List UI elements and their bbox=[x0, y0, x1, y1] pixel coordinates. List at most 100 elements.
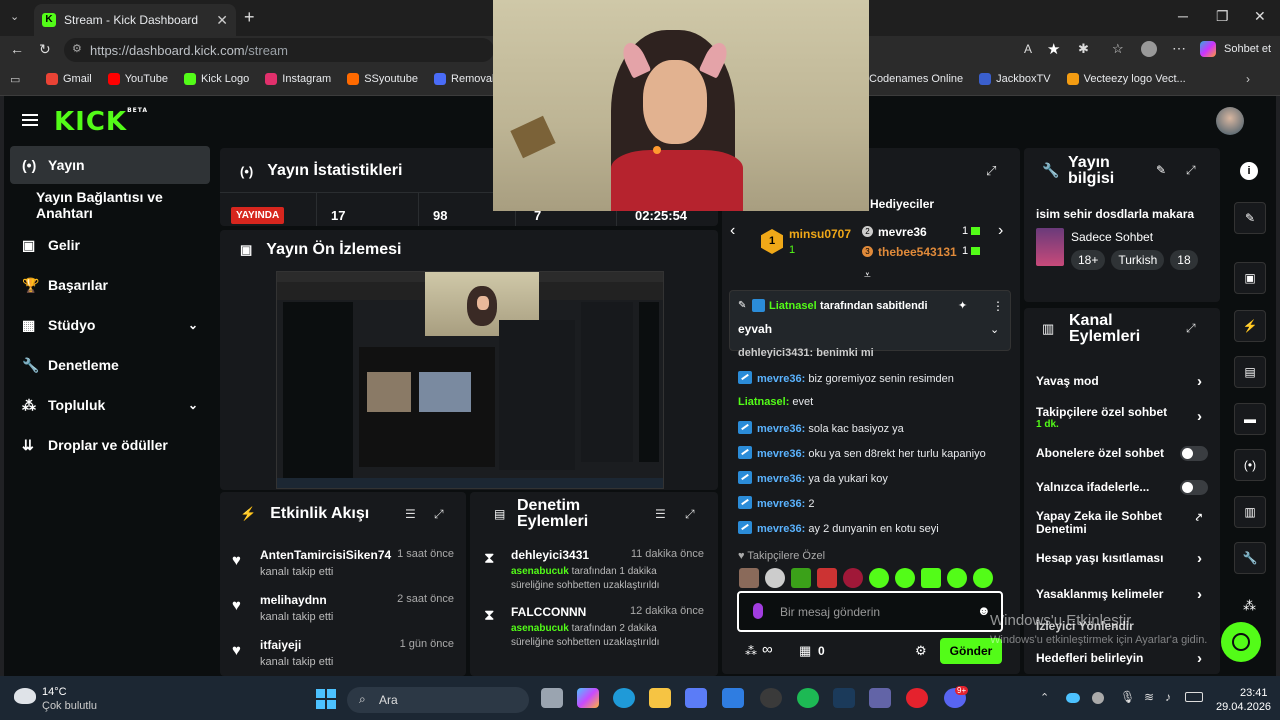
emote[interactable] bbox=[739, 568, 759, 588]
chat-username[interactable]: mevre36 bbox=[757, 473, 802, 485]
battery-icon[interactable] bbox=[1185, 692, 1203, 702]
emote[interactable] bbox=[817, 568, 837, 588]
activity-user[interactable]: itfaiyeji bbox=[260, 638, 301, 652]
pinned-message[interactable]: ✎ Liatnasel tarafından sabitlendi ✦ ⋮ ey… bbox=[729, 290, 1011, 351]
profile-icon[interactable] bbox=[1141, 41, 1157, 57]
chevron-right-icon[interactable]: › bbox=[1197, 373, 1202, 390]
tag-pill[interactable]: 18+ bbox=[1071, 250, 1106, 270]
copilot-taskbar-icon[interactable] bbox=[577, 688, 599, 708]
chat-settings-gear-icon[interactable]: ⚙ bbox=[915, 643, 927, 659]
kick-logo[interactable]: KICKBETA bbox=[54, 107, 148, 137]
store-icon[interactable]: ▦ bbox=[799, 643, 811, 659]
site-info-icon[interactable]: ⚙ bbox=[72, 42, 82, 55]
sidebar-item-yay-n[interactable]: (•) Yayın bbox=[10, 146, 210, 184]
bookmark-gmail[interactable]: Gmail bbox=[46, 73, 92, 85]
unpin-icon[interactable]: ✦ bbox=[958, 299, 967, 312]
rail-wrench-button[interactable]: 🔧 bbox=[1234, 542, 1266, 574]
popout-icon[interactable]: ⤢ bbox=[986, 163, 996, 179]
bookmark-ssyoutube[interactable]: SSyoutube bbox=[347, 73, 418, 85]
modlog-user[interactable]: FALCCONNN bbox=[511, 605, 586, 619]
start-windows-icon[interactable] bbox=[316, 689, 336, 709]
favorite-star-icon[interactable]: ★ bbox=[1047, 40, 1060, 58]
bookmark-kick-logo[interactable]: Kick Logo bbox=[183, 73, 249, 85]
clock-time[interactable]: 23:41 bbox=[1240, 687, 1268, 699]
modlog-moderator[interactable]: asenabucuk bbox=[511, 566, 569, 577]
chat-username[interactable]: Liatnasel bbox=[738, 396, 786, 408]
category-thumbnail[interactable] bbox=[1036, 228, 1064, 266]
maximize-icon[interactable]: ❐ bbox=[1216, 8, 1229, 25]
next-arrow-icon[interactable]: › bbox=[998, 222, 1003, 240]
channel-action-yapay-zeka-ile-sohbet-denetimi[interactable]: Yapay Zeka ile Sohbet Denetimi ⤤ bbox=[1036, 510, 1212, 536]
channel-action-yava-mod[interactable]: Yavaş mod › bbox=[1036, 373, 1212, 396]
tag-pill[interactable]: Turkish bbox=[1111, 250, 1165, 270]
bookmarks-overflow-icon[interactable]: › bbox=[1246, 72, 1250, 86]
rail-broadcast-button[interactable]: (•) bbox=[1234, 449, 1266, 481]
reload-icon[interactable]: ↻ bbox=[39, 41, 51, 58]
task-view-icon[interactable] bbox=[541, 688, 563, 708]
tab-list-chevron-icon[interactable]: ⌄ bbox=[10, 10, 19, 23]
channel-action-takip-ilere-zel-sohbet[interactable]: Takipçilere özel sohbet 1 dk. › bbox=[1036, 405, 1212, 430]
filter-icon[interactable]: ☰ bbox=[655, 507, 666, 521]
tray-app-icon[interactable] bbox=[1092, 692, 1104, 704]
activity-user[interactable]: melihaydnn bbox=[260, 593, 327, 607]
emoji-icon[interactable]: ☻ bbox=[977, 603, 991, 618]
filter-icon[interactable]: ☰ bbox=[405, 507, 416, 521]
rail-chat-button[interactable]: ▬ bbox=[1234, 403, 1266, 435]
sidebar-item-st-dyo[interactable]: ▦ Stüdyo ⌄ bbox=[10, 306, 210, 344]
emote[interactable] bbox=[947, 568, 967, 588]
bookmark-youtube[interactable]: YouTube bbox=[107, 73, 168, 85]
copilot-icon[interactable] bbox=[1200, 41, 1216, 57]
mail-icon[interactable] bbox=[722, 688, 744, 708]
rail-edit-button[interactable]: ✎ bbox=[1234, 202, 1266, 234]
hamburger-menu-icon[interactable] bbox=[22, 114, 38, 126]
steam-icon[interactable] bbox=[833, 688, 855, 708]
sidebar-item-gelir[interactable]: ▣ Gelir bbox=[10, 226, 210, 264]
read-aloud-icon[interactable]: A bbox=[1024, 42, 1032, 56]
emote[interactable] bbox=[973, 568, 993, 588]
clock-date[interactable]: 29.04.2026 bbox=[1216, 701, 1271, 713]
gifter-3-name[interactable]: thebee543131 bbox=[878, 245, 957, 259]
chevron-right-icon[interactable]: › bbox=[1197, 650, 1202, 667]
bookmark-jackboxtv[interactable]: JackboxTV bbox=[979, 73, 1051, 85]
extensions-icon[interactable]: ✱ bbox=[1078, 41, 1089, 57]
collapse-gifters-icon[interactable]: ⩡ bbox=[864, 268, 871, 283]
microphone-icon[interactable] bbox=[753, 603, 763, 619]
chat-username[interactable]: mevre36 bbox=[757, 523, 802, 535]
channel-action-yasaklanm-kelimeler[interactable]: Yasaklanmış kelimeler › bbox=[1036, 586, 1212, 609]
channel-action-abonelere-zel-sohbet[interactable]: Abonelere özel sohbet bbox=[1036, 446, 1212, 468]
store-taskbar-icon[interactable] bbox=[685, 688, 707, 708]
wifi-icon[interactable]: ≋ bbox=[1144, 690, 1154, 704]
browser-tab[interactable]: K Stream - Kick Dashboard ✕ bbox=[34, 4, 236, 36]
weather-temp[interactable]: 14°C bbox=[42, 686, 67, 698]
toggle-switch[interactable] bbox=[1180, 480, 1208, 495]
file-explorer-icon[interactable] bbox=[649, 688, 671, 708]
popout-icon[interactable]: ⤢ bbox=[685, 507, 695, 522]
gifter-2-name[interactable]: mevre36 bbox=[878, 225, 927, 239]
toggle-switch[interactable] bbox=[1180, 446, 1208, 461]
external-link-icon[interactable]: ⤤ bbox=[1196, 512, 1202, 525]
sidebar-item-ba-ar-lar[interactable]: 🏆 Başarılar bbox=[10, 266, 210, 304]
rail-document-button[interactable]: ▤ bbox=[1234, 356, 1266, 388]
emote[interactable] bbox=[869, 568, 889, 588]
microphone-tray-icon[interactable]: 🎙 bbox=[1120, 690, 1135, 704]
weather-desc[interactable]: Çok bulutlu bbox=[42, 700, 97, 712]
rail-lightning-button[interactable]: ⚡ bbox=[1234, 310, 1266, 342]
chevron-down-icon[interactable]: ⌄ bbox=[188, 318, 198, 332]
favorites-icon[interactable]: ☆ bbox=[1112, 41, 1124, 57]
emote[interactable] bbox=[765, 568, 785, 588]
bookmark-instagram[interactable]: Instagram bbox=[265, 73, 331, 85]
emote[interactable] bbox=[791, 568, 811, 588]
bookmark-vecteezy-logo-vect-[interactable]: Vecteezy logo Vect... bbox=[1066, 73, 1186, 85]
chevron-right-icon[interactable]: › bbox=[1197, 586, 1202, 603]
sidebar-item-droplar-ve-d-ller[interactable]: ⇊ Droplar ve ödüller bbox=[10, 426, 210, 464]
category-name[interactable]: Sadece Sohbet bbox=[1071, 230, 1153, 244]
modlog-user[interactable]: dehleyici3431 bbox=[511, 548, 589, 562]
chat-username[interactable]: mevre36 bbox=[757, 423, 802, 435]
activity-user[interactable]: AntenTamircisiSiken74 bbox=[260, 548, 391, 562]
sidebar-item-yay-n-ba-lant-s-ve-anahtar-[interactable]: Yayın Bağlantısı ve Anahtarı bbox=[10, 186, 210, 224]
obs-icon[interactable] bbox=[760, 688, 782, 708]
stream-preview-video[interactable] bbox=[276, 271, 664, 489]
sidebar-item-denetleme[interactable]: 🔧 Denetleme bbox=[10, 346, 210, 384]
chevron-right-icon[interactable]: › bbox=[1197, 408, 1202, 425]
edge-icon[interactable] bbox=[613, 688, 635, 708]
